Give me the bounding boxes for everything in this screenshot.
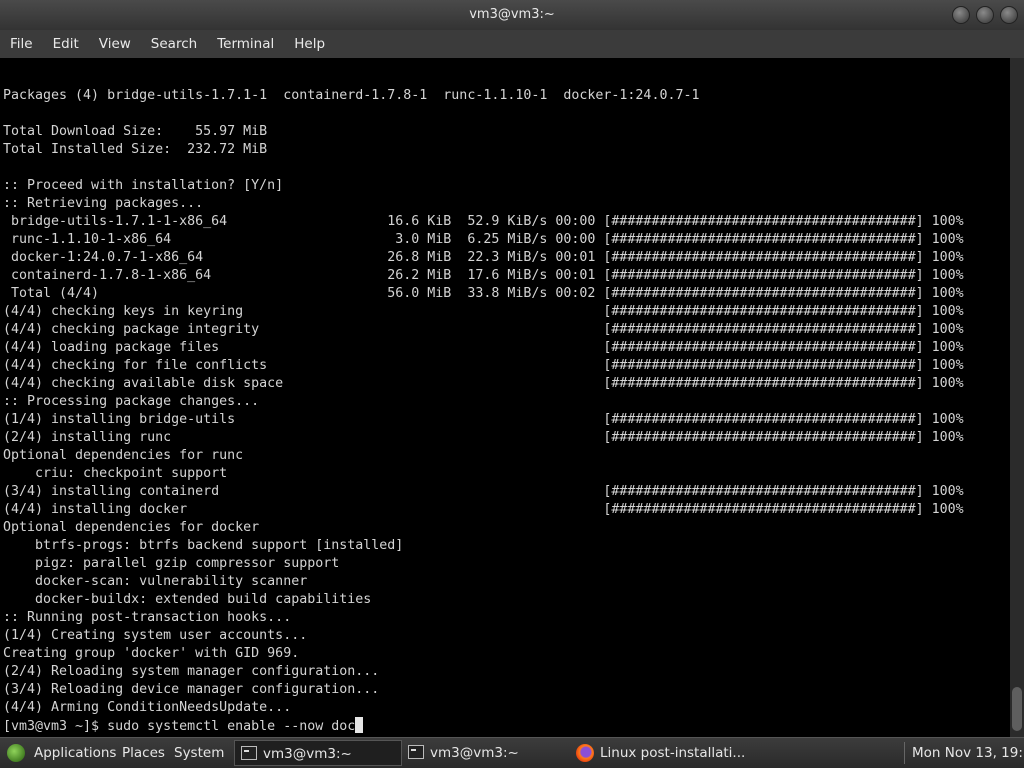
window-controls xyxy=(952,6,1018,24)
terminal-line: bridge-utils-1.7.1-1-x86_64 16.6 KiB 52.… xyxy=(3,214,964,229)
terminal-line: Optional dependencies for docker xyxy=(3,520,260,535)
scrollbar-thumb[interactable] xyxy=(1012,687,1022,731)
prompt-line[interactable]: [vm3@vm3 ~]$ sudo systemctl enable --now… xyxy=(3,717,364,735)
terminal-window: vm3@vm3:~ File Edit View Search Terminal… xyxy=(0,0,1024,737)
terminal-line: (4/4) loading package files [###########… xyxy=(3,340,964,355)
maximize-button[interactable] xyxy=(976,6,994,24)
terminal-line: runc-1.1.10-1-x86_64 3.0 MiB 6.25 MiB/s … xyxy=(3,232,964,247)
terminal-line: (1/4) installing bridge-utils [#########… xyxy=(3,412,964,427)
close-button[interactable] xyxy=(1000,6,1018,24)
window-title: vm3@vm3:~ xyxy=(469,7,555,22)
task-terminal-1[interactable]: vm3@vm3:~ xyxy=(234,740,402,766)
places-menu[interactable]: Places xyxy=(122,738,165,768)
taskbar-separator xyxy=(904,742,905,764)
terminal-line: Total Installed Size: 232.72 MiB xyxy=(3,142,268,157)
task-browser[interactable]: Linux post-installati... xyxy=(572,740,902,766)
terminal-line: docker-scan: vulnerability scanner xyxy=(3,574,308,589)
terminal-line: (4/4) installing docker [###############… xyxy=(3,502,964,517)
terminal-line: (3/4) Reloading device manager configura… xyxy=(3,682,380,697)
terminal-line: docker-buildx: extended build capabiliti… xyxy=(3,592,372,607)
terminal-line: :: Proceed with installation? [Y/n] xyxy=(3,178,284,193)
menu-edit[interactable]: Edit xyxy=(43,30,89,58)
menu-view[interactable]: View xyxy=(89,30,141,58)
terminal-line: (2/4) installing runc [#################… xyxy=(3,430,964,445)
terminal-line: Optional dependencies for runc xyxy=(3,448,244,463)
system-menu[interactable]: System xyxy=(174,738,224,768)
terminal-line: (4/4) checking for file conflicts [#####… xyxy=(3,358,964,373)
task-label: vm3@vm3:~ xyxy=(430,745,519,761)
minimize-button[interactable] xyxy=(952,6,970,24)
terminal-icon xyxy=(241,746,257,760)
terminal-line: Packages (4) bridge-utils-1.7.1-1 contai… xyxy=(3,88,700,103)
terminal-line: (1/4) Creating system user accounts... xyxy=(3,628,308,643)
terminal-line: containerd-1.7.8-1-x86_64 26.2 MiB 17.6 … xyxy=(3,268,964,283)
terminal-line: :: Processing package changes... xyxy=(3,394,260,409)
terminal-line: (4/4) checking package integrity [######… xyxy=(3,322,964,337)
terminal-line: (4/4) Arming ConditionNeedsUpdate... xyxy=(3,700,292,715)
terminal-output[interactable]: Packages (4) bridge-utils-1.7.1-1 contai… xyxy=(0,58,1010,737)
distro-logo-icon[interactable] xyxy=(7,744,25,762)
menu-terminal[interactable]: Terminal xyxy=(207,30,284,58)
taskbar: Applications Places System vm3@vm3:~ vm3… xyxy=(0,737,1024,768)
terminal-line: (4/4) checking keys in keyring [########… xyxy=(3,304,964,319)
task-label: Linux post-installati... xyxy=(600,745,746,761)
terminal-line: :: Running post-transaction hooks... xyxy=(3,610,292,625)
terminal-line: :: Retrieving packages... xyxy=(3,196,204,211)
terminal-line: Total (4/4) 56.0 MiB 33.8 MiB/s 00:02 [#… xyxy=(3,286,964,301)
applications-menu[interactable]: Applications xyxy=(34,738,116,768)
menu-search[interactable]: Search xyxy=(141,30,207,58)
terminal-line: Creating group 'docker' with GID 969. xyxy=(3,646,300,661)
terminal-icon xyxy=(408,745,424,759)
clock[interactable]: Mon Nov 13, 19:13 xyxy=(912,738,1024,768)
task-terminal-2[interactable]: vm3@vm3:~ xyxy=(402,740,570,766)
task-label: vm3@vm3:~ xyxy=(263,746,352,762)
vertical-scrollbar[interactable] xyxy=(1010,58,1024,737)
terminal-line: criu: checkpoint support xyxy=(3,466,228,481)
title-bar[interactable]: vm3@vm3:~ xyxy=(0,0,1024,30)
terminal-line: (3/4) installing containerd [###########… xyxy=(3,484,964,499)
firefox-icon xyxy=(576,744,594,762)
prompt-text: [vm3@vm3 ~]$ sudo systemctl enable --now… xyxy=(3,719,356,734)
menu-file[interactable]: File xyxy=(0,30,43,58)
terminal-line: pigz: parallel gzip compressor support xyxy=(3,556,340,571)
menu-bar: File Edit View Search Terminal Help xyxy=(0,30,1024,58)
terminal-line: btrfs-progs: btrfs backend support [inst… xyxy=(3,538,404,553)
text-cursor xyxy=(355,717,364,733)
terminal-line: docker-1:24.0.7-1-x86_64 26.8 MiB 22.3 M… xyxy=(3,250,964,265)
terminal-line: (2/4) Reloading system manager configura… xyxy=(3,664,380,679)
menu-help[interactable]: Help xyxy=(284,30,335,58)
terminal-line: (4/4) checking available disk space [###… xyxy=(3,376,964,391)
terminal-line: Total Download Size: 55.97 MiB xyxy=(3,124,268,139)
